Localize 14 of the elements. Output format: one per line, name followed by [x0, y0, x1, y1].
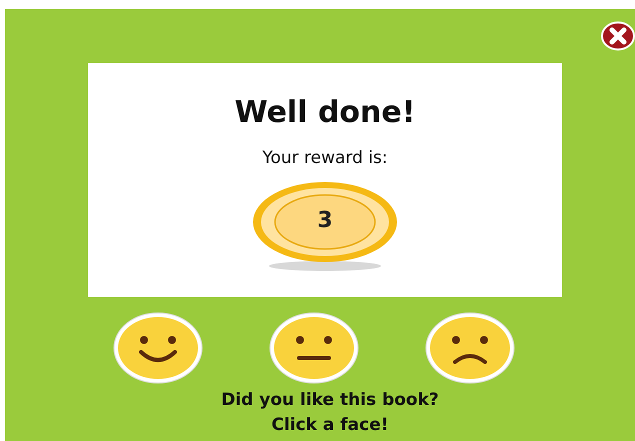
face-button[interactable] — [425, 312, 515, 384]
dialog-title: Well done! — [234, 95, 416, 130]
neutral-face-icon — [269, 312, 359, 384]
reward-number: 3 — [316, 208, 334, 234]
prompt-text: Click a face! — [271, 414, 389, 437]
face-button[interactable] — [113, 312, 203, 384]
happy-face-icon — [113, 312, 203, 384]
close-icon — [601, 21, 635, 51]
prompt-text: Did you like this book? — [221, 389, 439, 412]
reward-label: Your reward is: — [262, 148, 388, 168]
sad-face-icon — [425, 312, 515, 384]
coin-icon — [250, 180, 400, 272]
close-button[interactable] — [601, 21, 635, 51]
face-button[interactable] — [269, 312, 359, 384]
